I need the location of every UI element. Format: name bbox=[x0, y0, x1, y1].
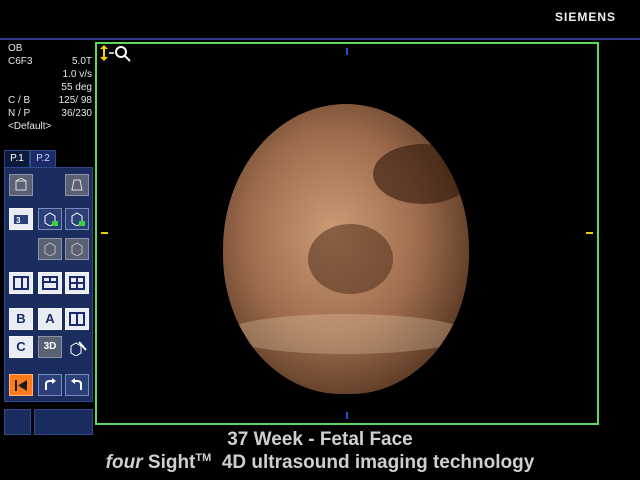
cube-cut-button[interactable] bbox=[65, 336, 89, 358]
view-c-button[interactable]: C bbox=[9, 336, 33, 358]
header-divider bbox=[0, 38, 640, 40]
image-viewport[interactable] bbox=[95, 42, 599, 425]
3d-mode-button[interactable]: 3 bbox=[9, 208, 33, 230]
view-b-button[interactable]: B bbox=[9, 308, 33, 330]
svg-text:3: 3 bbox=[16, 216, 21, 225]
layout-dual-icon bbox=[69, 312, 85, 326]
caption-subtitle: four SightTM 4D ultrasound imaging techn… bbox=[0, 452, 640, 474]
preset-name: <Default> bbox=[8, 121, 52, 132]
cube-disabled-icon bbox=[44, 242, 56, 256]
layout-quad-icon bbox=[69, 276, 85, 290]
render-cube-icon bbox=[44, 212, 58, 226]
redo-icon bbox=[45, 378, 56, 390]
frequency: 5.0T bbox=[71, 56, 92, 67]
np-label: N / P bbox=[8, 108, 31, 119]
volume-acquire-icon bbox=[15, 178, 27, 191]
caption-four: four bbox=[105, 452, 143, 473]
cube-disabled-alt-icon bbox=[71, 242, 83, 256]
layout-quad-button[interactable] bbox=[65, 272, 89, 294]
caption-tm: TM bbox=[195, 452, 212, 464]
np-value: 36/230 bbox=[61, 108, 92, 119]
caption-sight: Sight bbox=[147, 452, 196, 473]
top-center-marker bbox=[346, 48, 348, 55]
undo-button[interactable] bbox=[65, 374, 89, 396]
cube-cut-icon bbox=[70, 341, 87, 356]
redo-button[interactable] bbox=[38, 374, 62, 396]
cube-disabled-alt-button[interactable] bbox=[65, 238, 89, 260]
undo-icon bbox=[71, 378, 82, 390]
cube-disabled-button[interactable] bbox=[38, 238, 62, 260]
3d-mode-icon: 3 bbox=[14, 215, 28, 225]
layout-top-split-button[interactable] bbox=[38, 272, 62, 294]
right-center-marker bbox=[586, 232, 593, 234]
exam-mode: OB bbox=[8, 43, 23, 54]
go-to-start-icon bbox=[15, 380, 27, 391]
tab-p1[interactable]: P.1 bbox=[4, 150, 30, 167]
cb-label: C / B bbox=[8, 95, 31, 106]
layout-dual-button[interactable] bbox=[65, 308, 89, 330]
view-3d-button[interactable]: 3D bbox=[38, 336, 62, 358]
caption-title: 37 Week - Fetal Face bbox=[227, 429, 413, 450]
render-cube-alt-button[interactable] bbox=[65, 208, 89, 230]
transducer-name: C6F3 bbox=[8, 56, 33, 67]
fetal-face-render bbox=[223, 104, 469, 394]
layout-split-left-button[interactable] bbox=[9, 272, 33, 294]
render-cube-alt-icon bbox=[71, 212, 85, 226]
view-a-button[interactable]: A bbox=[38, 308, 62, 330]
brand-logo: SIEMENS bbox=[554, 10, 616, 24]
bottom-center-marker bbox=[346, 412, 348, 419]
left-center-marker bbox=[101, 232, 108, 234]
probe-button[interactable] bbox=[65, 174, 89, 196]
parameter-readout: OB C6F3 5.0T 1.0 v/s 55 deg C / B 125/ 98 … bbox=[8, 42, 92, 133]
layout-top-split-icon bbox=[42, 276, 58, 290]
probe-icon bbox=[71, 179, 83, 191]
layout-split-left-icon bbox=[13, 276, 29, 290]
volume-acquire-button[interactable] bbox=[9, 174, 33, 196]
go-to-start-button[interactable] bbox=[9, 374, 33, 396]
page-tabs: P.1 P.2 bbox=[4, 150, 56, 167]
caption-rest: 4D ultrasound imaging technology bbox=[221, 452, 535, 473]
zoom-magnifier-icon bbox=[100, 45, 131, 62]
tool-panel: 3 B A C 3D bbox=[4, 167, 93, 402]
tab-p2[interactable]: P.2 bbox=[30, 150, 56, 167]
cb-value: 125/ 98 bbox=[58, 95, 92, 106]
zoom-tool[interactable] bbox=[99, 44, 133, 67]
volume-rate: 1.0 v/s bbox=[62, 69, 92, 80]
sweep-angle: 55 deg bbox=[61, 82, 92, 93]
render-cube-button[interactable] bbox=[38, 208, 62, 230]
